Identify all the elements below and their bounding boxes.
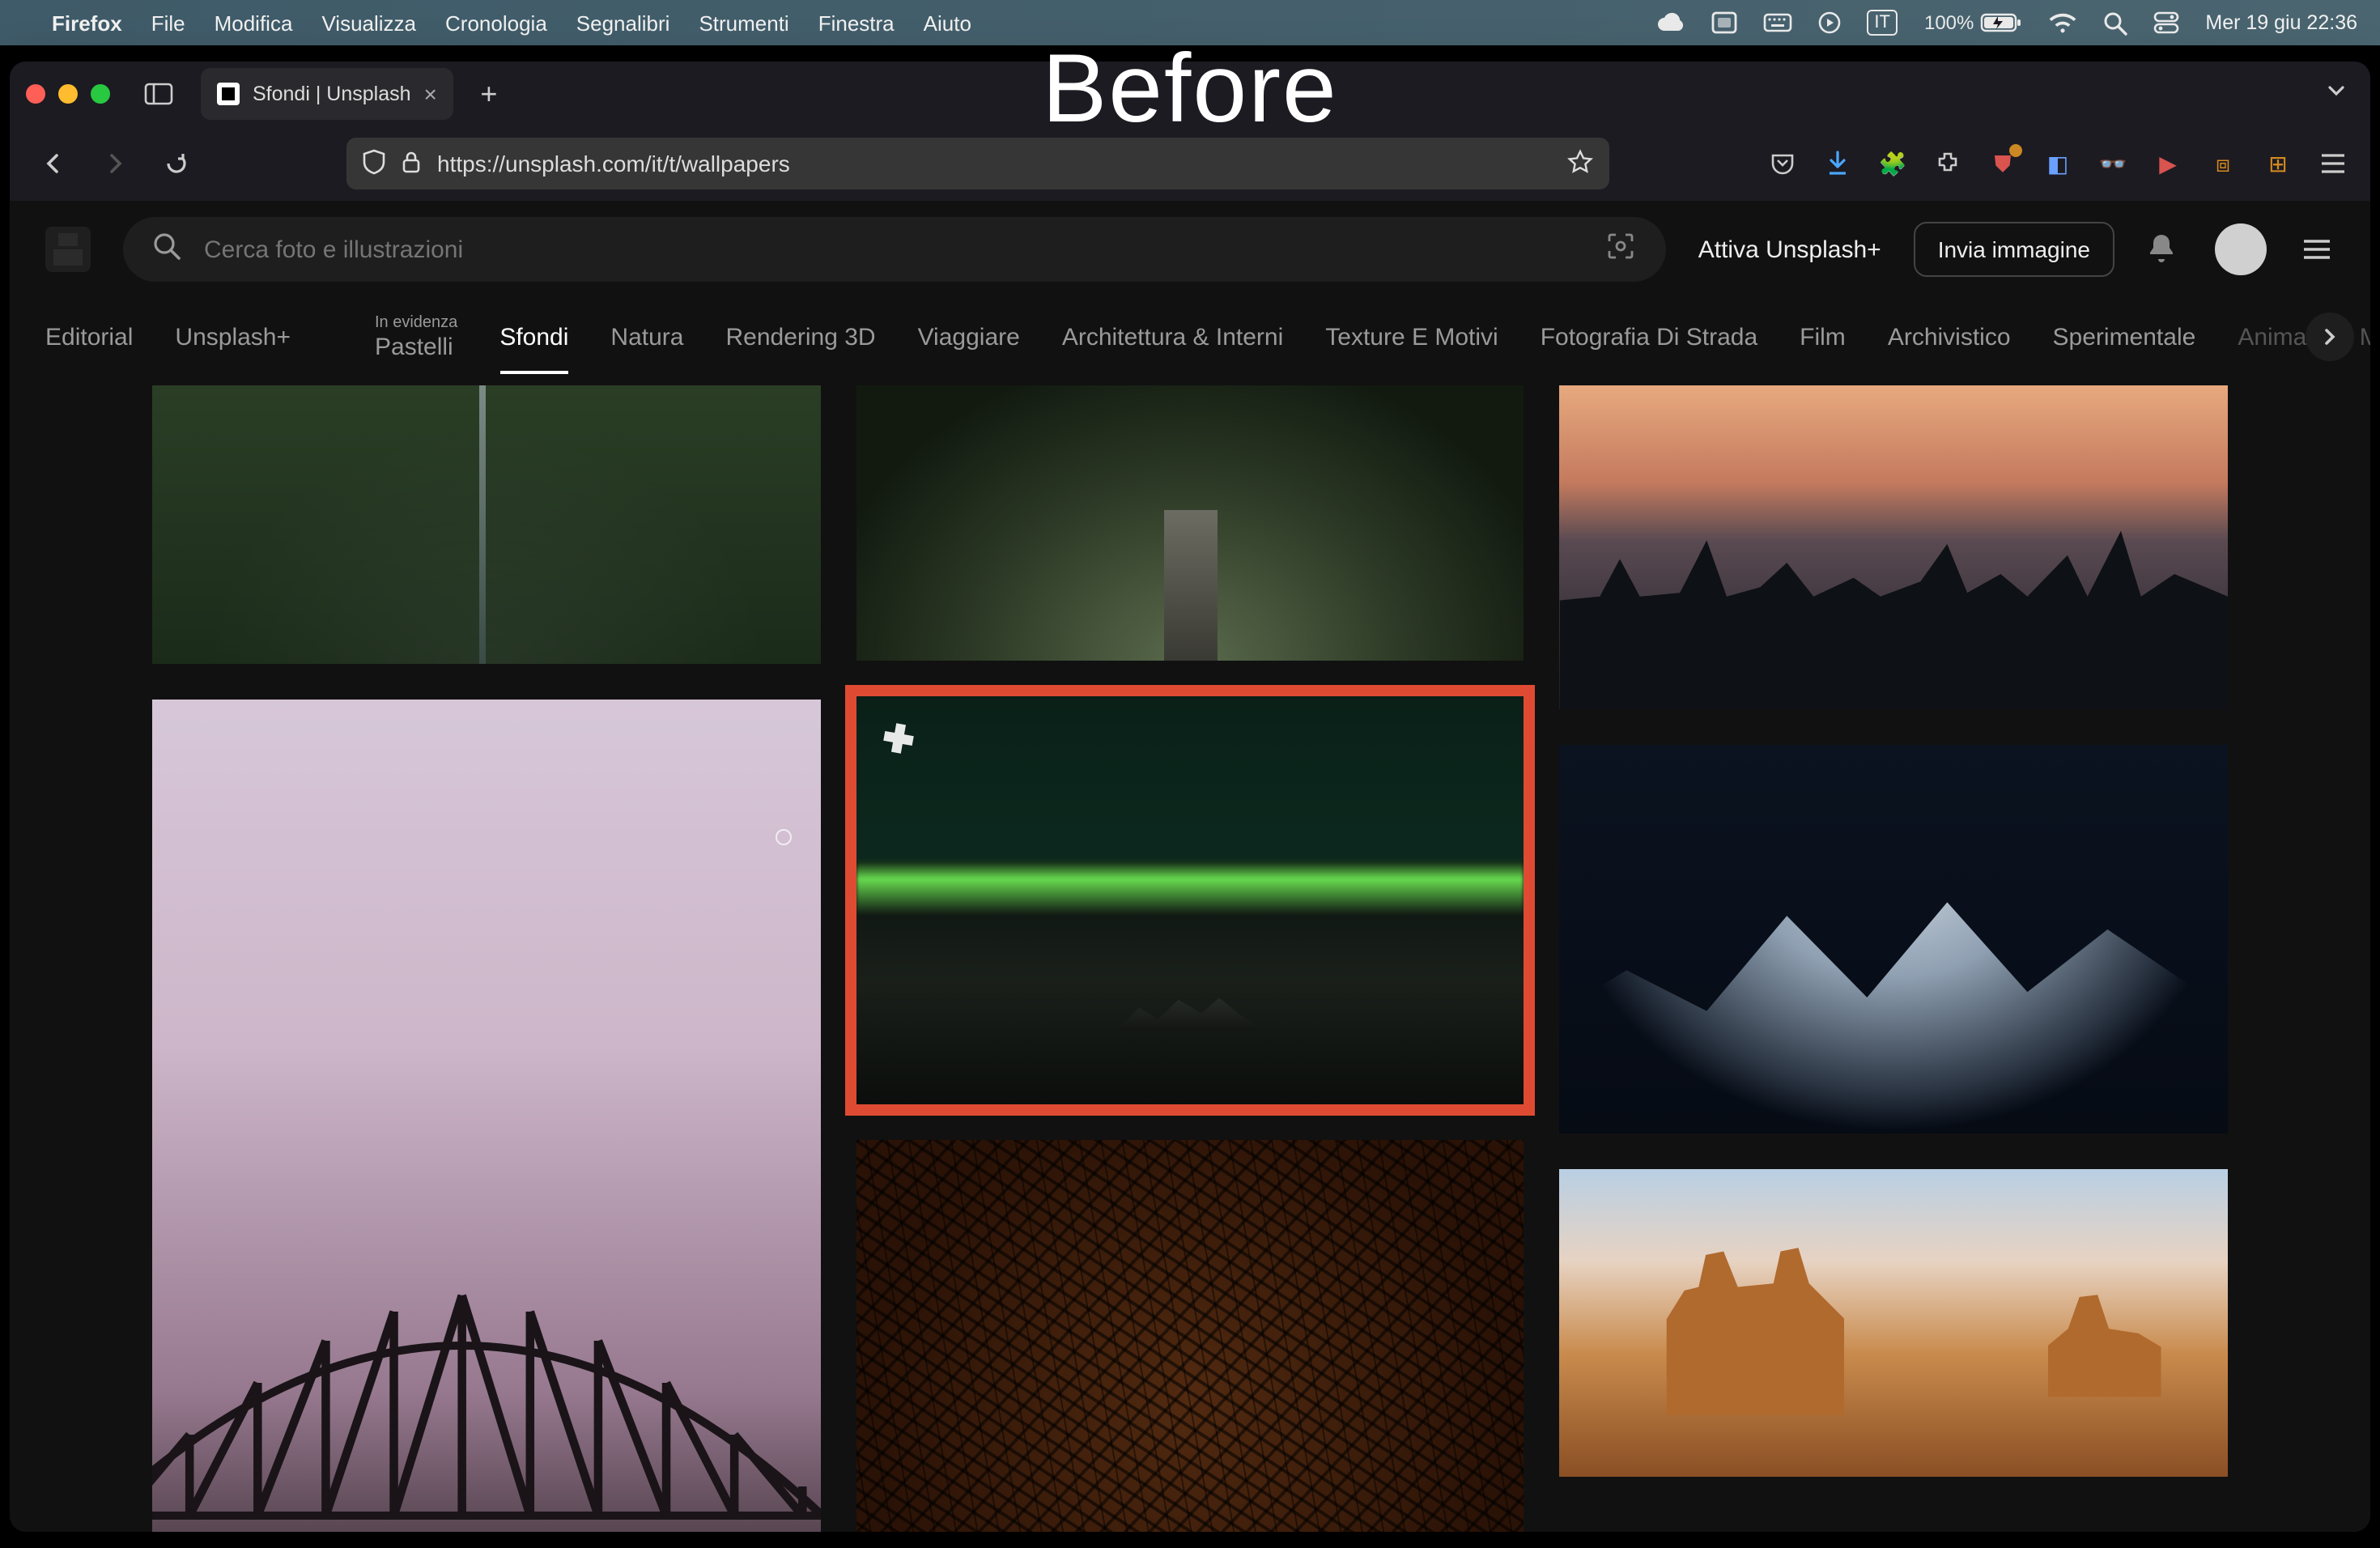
- image-city-skyline[interactable]: [1560, 385, 2228, 709]
- image-snow-mountain[interactable]: [1560, 745, 2228, 1133]
- gallery-column: [856, 385, 1524, 1532]
- user-avatar[interactable]: [2215, 223, 2267, 275]
- menubar-item[interactable]: Segnalibri: [576, 11, 670, 35]
- nav-reload-button[interactable]: [155, 142, 198, 185]
- category-item[interactable]: Architettura & Interni: [1062, 323, 1283, 351]
- category-item[interactable]: Natura: [610, 323, 683, 351]
- tab-favicon-icon: [217, 83, 240, 105]
- tab-close-icon[interactable]: ×: [424, 81, 437, 107]
- menubar-item[interactable]: Aiuto: [924, 11, 971, 35]
- image-desert-monuments[interactable]: [1560, 1169, 2228, 1477]
- category-item[interactable]: Viaggiare: [918, 323, 1020, 351]
- tracking-shield-icon[interactable]: [363, 148, 385, 179]
- keyboard-icon[interactable]: [1762, 13, 1791, 32]
- submit-image-button[interactable]: Invia immagine: [1914, 222, 2114, 277]
- window-close-button[interactable]: [26, 84, 45, 104]
- hamburger-menu-icon[interactable]: [2318, 149, 2348, 178]
- pocket-icon[interactable]: [1768, 149, 1797, 178]
- url-text: https://unsplash.com/it/t/wallpapers: [437, 151, 1551, 176]
- category-bar: Editorial Unsplash+ In evidenza Pastelli…: [10, 298, 2370, 376]
- extension-icon-1[interactable]: 🧩: [1878, 149, 1907, 178]
- menubar-app-name[interactable]: Firefox: [52, 11, 122, 35]
- sidebar-toggle-icon[interactable]: [139, 74, 178, 113]
- extension-icon-5[interactable]: ⧈: [2208, 149, 2238, 178]
- category-featured[interactable]: In evidenza Pastelli: [375, 315, 457, 359]
- new-tab-button[interactable]: +: [466, 71, 512, 117]
- unsplash-plus-badge-icon: [878, 719, 917, 766]
- site-header: Attiva Unsplash+ Invia immagine: [10, 201, 2370, 298]
- now-playing-icon[interactable]: [1817, 11, 1840, 34]
- url-field[interactable]: https://unsplash.com/it/t/wallpapers: [346, 138, 1609, 189]
- image-tree-tunnel[interactable]: [856, 385, 1524, 661]
- category-item[interactable]: Film: [1800, 323, 1846, 351]
- tab-title: Sfondi | Unsplash: [253, 83, 411, 105]
- search-input[interactable]: [201, 234, 1585, 265]
- tabs-overflow-icon[interactable]: [2325, 79, 2348, 109]
- battery-status[interactable]: 100%: [1924, 11, 2022, 34]
- lock-icon[interactable]: [402, 150, 421, 177]
- nav-forward-button: [94, 142, 136, 185]
- browser-urlbar: https://unsplash.com/it/t/wallpapers 🧩 ⛊…: [10, 126, 2370, 201]
- category-item[interactable]: Sperimentale: [2053, 323, 2196, 351]
- gallery-column: [1560, 385, 2228, 1532]
- image-aerial-road[interactable]: [152, 385, 820, 664]
- macos-menubar: Firefox File Modifica Visualizza Cronolo…: [0, 0, 2380, 45]
- search-bar[interactable]: [123, 217, 1666, 282]
- image-bridge-dusk[interactable]: [152, 700, 820, 1532]
- category-unsplash-plus[interactable]: Unsplash+: [175, 323, 291, 351]
- menubar-item[interactable]: Finestra: [818, 11, 895, 35]
- category-item-cutoff: M: [2360, 323, 2370, 351]
- extension-icon-6[interactable]: ⊞: [2263, 149, 2293, 178]
- image-branches[interactable]: [856, 1140, 1524, 1532]
- window-minimize-button[interactable]: [58, 84, 78, 104]
- menubar-item[interactable]: Strumenti: [699, 11, 788, 35]
- browser-toolbar-right: 🧩 ⛊ ◧ 👓 ▶ ⧈ ⊞: [1768, 149, 2348, 178]
- image-aurora[interactable]: [856, 696, 1524, 1104]
- category-item[interactable]: Rendering 3D: [725, 323, 875, 351]
- visual-search-icon[interactable]: [1604, 230, 1637, 269]
- activate-plus-link[interactable]: Attiva Unsplash+: [1698, 236, 1881, 263]
- unsplash-logo-icon[interactable]: [45, 227, 91, 272]
- category-active[interactable]: Sfondi: [499, 323, 568, 351]
- menubar-datetime[interactable]: Mer 19 giu 22:36: [2205, 11, 2357, 34]
- input-language[interactable]: IT: [1866, 10, 1898, 36]
- stage-manager-icon[interactable]: [1711, 11, 1736, 34]
- category-item[interactable]: Fotografia Di Strada: [1541, 323, 1757, 351]
- site-menu-icon[interactable]: [2299, 232, 2335, 267]
- nav-back-button[interactable]: [32, 142, 74, 185]
- browser-tabbar: Sfondi | Unsplash × +: [10, 62, 2370, 126]
- bridge-truss-graphic: [152, 1192, 820, 1532]
- extension-icon-ublock[interactable]: ⛊: [1988, 149, 2017, 178]
- extension-icon-3[interactable]: 👓: [2098, 149, 2127, 178]
- downloads-icon[interactable]: [1823, 149, 1852, 178]
- extensions-icon[interactable]: [1933, 149, 1962, 178]
- featured-tag: In evidenza: [375, 315, 457, 331]
- menubar-item[interactable]: Visualizza: [321, 11, 416, 35]
- extension-icon-4[interactable]: ▶: [2153, 149, 2182, 178]
- menubar-item[interactable]: File: [151, 11, 185, 35]
- cloud-icon[interactable]: [1655, 11, 1685, 34]
- menubar-item[interactable]: Modifica: [215, 11, 293, 35]
- search-icon: [152, 232, 181, 267]
- gallery-column: [152, 385, 820, 1532]
- window-maximize-button[interactable]: [91, 84, 110, 104]
- battery-percent: 100%: [1924, 11, 1974, 34]
- category-item[interactable]: Archivistico: [1888, 323, 2011, 351]
- wifi-icon[interactable]: [2048, 12, 2077, 33]
- extension-icon-2[interactable]: ◧: [2043, 149, 2072, 178]
- menubar-item[interactable]: Cronologia: [445, 11, 547, 35]
- featured-label: Pastelli: [375, 334, 457, 359]
- bookmark-star-icon[interactable]: [1567, 148, 1593, 179]
- spotlight-icon[interactable]: [2103, 11, 2127, 35]
- category-item[interactable]: Texture E Motivi: [1325, 323, 1498, 351]
- page-content: Attiva Unsplash+ Invia immagine Editoria…: [10, 201, 2370, 1532]
- categories-scroll-right-icon[interactable]: [2306, 313, 2354, 361]
- notifications-icon[interactable]: [2147, 232, 2182, 267]
- browser-tab[interactable]: Sfondi | Unsplash ×: [201, 68, 453, 120]
- image-gallery: [10, 376, 2370, 1532]
- category-editorial[interactable]: Editorial: [45, 323, 133, 351]
- firefox-window: Sfondi | Unsplash × + https://unsplash.c…: [10, 62, 2370, 1532]
- control-center-icon[interactable]: [2153, 11, 2179, 34]
- window-traffic-lights: [26, 84, 110, 104]
